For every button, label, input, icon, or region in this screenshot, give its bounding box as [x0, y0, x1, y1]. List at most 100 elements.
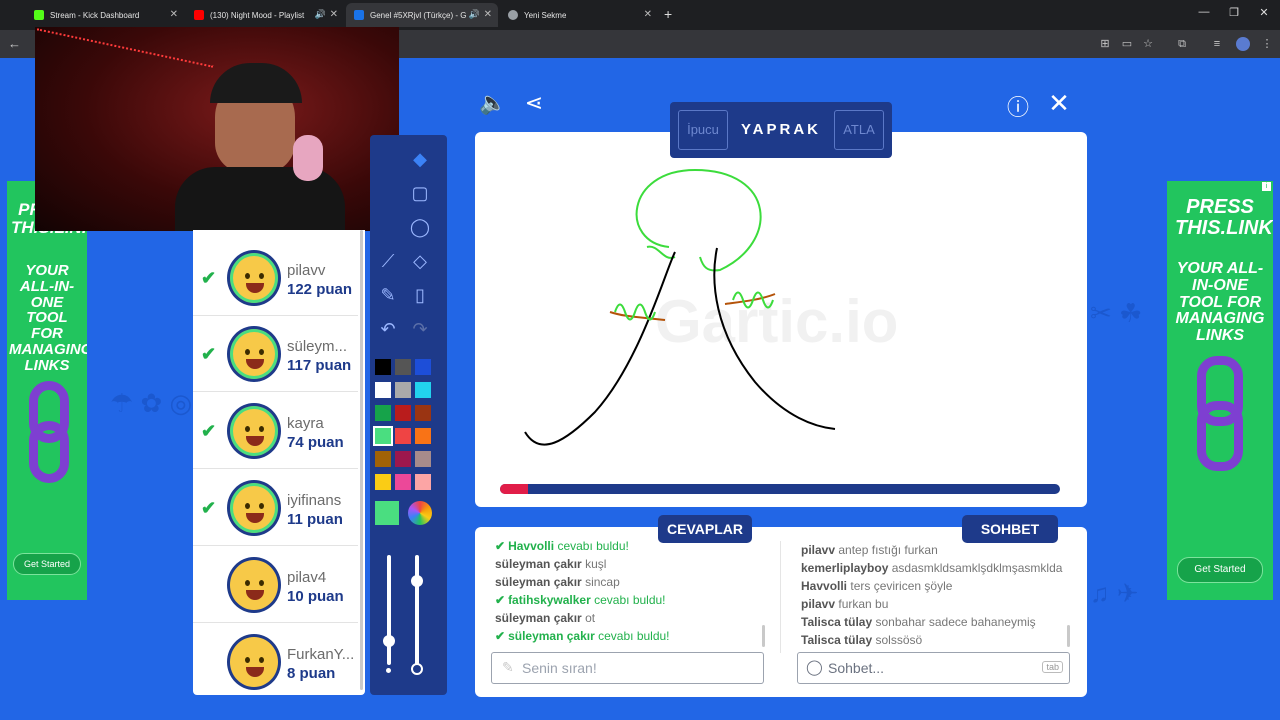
player-row: ✔ iyifinans 11 puan	[193, 470, 358, 546]
message-user: fatihskywalker	[508, 593, 591, 607]
speaker-icon[interactable]: 🔊	[469, 9, 480, 20]
youtube-favicon-icon	[194, 10, 204, 20]
checkmark-icon: ✔	[495, 593, 506, 607]
color-swatch[interactable]	[373, 426, 393, 446]
color-swatch[interactable]	[415, 451, 431, 467]
clear-page-icon[interactable]: ▯	[406, 281, 434, 309]
drawing-canvas[interactable]: Gartic.io	[475, 132, 1087, 507]
current-word: YAPRAK	[741, 121, 821, 138]
speaker-icon[interactable]: 🔊	[315, 9, 326, 20]
rectangle-tool-icon[interactable]: ▢	[406, 179, 434, 207]
color-swatch[interactable]	[415, 405, 431, 421]
message-user: süleyman çakır	[495, 575, 582, 589]
color-wheel-icon[interactable]	[408, 501, 432, 525]
get-started-button[interactable]: Get Started	[1177, 557, 1263, 583]
menu-dots-icon[interactable]: ⋮	[1260, 37, 1274, 51]
minimize-icon[interactable]: —	[1194, 6, 1214, 18]
tab-new-tab[interactable]: Yeni Sekme ✕	[500, 3, 658, 27]
answers-scrollbar[interactable]	[762, 625, 765, 647]
gartic-favicon-icon	[354, 10, 364, 20]
translate-icon[interactable]: ⊞	[1098, 37, 1112, 51]
eyedropper-icon[interactable]: ✎	[374, 281, 402, 309]
opacity-knob[interactable]	[411, 575, 423, 587]
ellipse-tool-icon[interactable]: ◯	[406, 213, 434, 241]
color-swatch[interactable]	[395, 405, 411, 421]
back-arrow-icon[interactable]: ←	[8, 36, 21, 51]
close-tab-icon[interactable]: ✕	[170, 9, 178, 20]
watermark-logo: Gartic.io	[655, 288, 898, 355]
maximize-icon[interactable]: ❐	[1224, 6, 1244, 19]
tab-game[interactable]: Genel #5XRjvl (Türkçe) - Ga 🔊 ✕	[346, 3, 498, 27]
plus-icon[interactable]: +	[664, 6, 672, 22]
color-swatch[interactable]	[395, 428, 411, 444]
reading-list-icon[interactable]: ≡	[1210, 37, 1224, 51]
bookmark-star-icon[interactable]: ☆	[1141, 37, 1155, 51]
player-score: 122 puan	[287, 281, 353, 298]
close-game-icon[interactable]: ✕	[1044, 88, 1074, 119]
word-bar: İpucu YAPRAK ATLA	[670, 102, 892, 158]
right-advertisement[interactable]: i PRESS THIS.LINK YOUR ALL-IN-ONE TOOL F…	[1167, 181, 1273, 600]
color-swatch[interactable]	[415, 359, 431, 375]
chat-message: pilavv antep fıstığı furkan	[801, 543, 938, 557]
large-dot-icon	[411, 663, 423, 675]
chat-message: pilavv furkan bu	[801, 597, 888, 611]
extensions-icon[interactable]: ⧉	[1175, 37, 1189, 51]
line-tool-icon[interactable]: ⟋	[374, 247, 402, 275]
player-avatar	[227, 403, 281, 459]
chat-input[interactable]: ◯ Sohbet... tab	[797, 652, 1070, 684]
message-text: kuşl	[585, 557, 607, 571]
window-close-icon[interactable]: ✕	[1254, 6, 1274, 19]
chat-message: kemerliplayboy asdasmkldsamklşdklmşasmkl…	[801, 561, 1062, 575]
fill-bucket-icon[interactable]: ◆	[406, 145, 434, 173]
color-swatch[interactable]	[395, 382, 411, 398]
opacity-slider[interactable]	[415, 555, 419, 665]
color-swatch[interactable]	[395, 451, 411, 467]
players-scrollbar[interactable]	[360, 230, 363, 690]
color-swatch[interactable]	[415, 382, 431, 398]
tab-night-mood[interactable]: (130) Night Mood - Playlist 🔊 ✕	[186, 3, 344, 27]
chat-message: Talisca tülay sonbahar sadece bahaneymiş	[801, 615, 1036, 629]
info-icon[interactable]: ⓘ	[1004, 90, 1032, 122]
ad-info-icon[interactable]: i	[1262, 182, 1271, 191]
current-color-swatch[interactable]	[375, 501, 399, 525]
streamer-body	[175, 167, 345, 231]
color-swatch[interactable]	[395, 474, 411, 490]
color-swatch[interactable]	[395, 359, 411, 375]
player-row: pilav4 10 puan	[193, 547, 358, 623]
left-advertisement[interactable]: PRESS THIS.LINK YOUR ALL-IN-ONE TOOL FOR…	[7, 181, 87, 600]
color-swatch[interactable]	[375, 359, 391, 375]
message-user: Havvolli	[801, 579, 848, 593]
tab-kick-dashboard[interactable]: Stream - Kick Dashboard ✕	[26, 3, 184, 27]
close-tab-icon[interactable]: ✕	[330, 9, 338, 20]
chat-message: ✔ Havvolli cevabı buldu!	[495, 539, 629, 553]
chat-scrollbar[interactable]	[1067, 625, 1070, 647]
message-text: cevabı buldu!	[594, 593, 666, 607]
color-swatch[interactable]	[375, 451, 391, 467]
color-swatch[interactable]	[415, 474, 431, 490]
close-tab-icon[interactable]: ✕	[644, 9, 652, 20]
chat-panel: ✔ Havvolli cevabı buldu! süleyman çakır ku…	[475, 527, 1087, 697]
redo-icon[interactable]: ↷	[406, 315, 434, 343]
undo-icon[interactable]: ↶	[374, 315, 402, 343]
share-icon[interactable]: ⋖	[520, 90, 548, 116]
player-row: ✔ pilavv 122 puan	[193, 240, 358, 316]
color-swatch[interactable]	[375, 405, 391, 421]
get-started-button[interactable]: Get Started	[13, 553, 81, 575]
answer-input[interactable]: ✎ Senin sıran!	[491, 652, 764, 684]
profile-avatar-icon[interactable]	[1236, 37, 1250, 51]
cast-icon[interactable]: ▭	[1120, 37, 1134, 51]
close-tab-icon[interactable]: ✕	[484, 9, 492, 20]
color-swatch[interactable]	[415, 428, 431, 444]
checkmark-icon: ✔	[201, 268, 217, 288]
color-swatch[interactable]	[375, 474, 391, 490]
sound-icon[interactable]: 🔈	[478, 90, 508, 116]
player-avatar	[227, 557, 281, 613]
streamer-hair	[210, 63, 302, 103]
color-swatch[interactable]	[375, 382, 391, 398]
player-score: 74 puan	[287, 434, 344, 451]
brush-size-slider[interactable]	[387, 555, 391, 665]
skip-button[interactable]: ATLA	[834, 110, 884, 150]
eraser-icon[interactable]: ◇	[406, 247, 434, 275]
hint-button[interactable]: İpucu	[678, 110, 728, 150]
brush-size-knob[interactable]	[383, 635, 395, 647]
